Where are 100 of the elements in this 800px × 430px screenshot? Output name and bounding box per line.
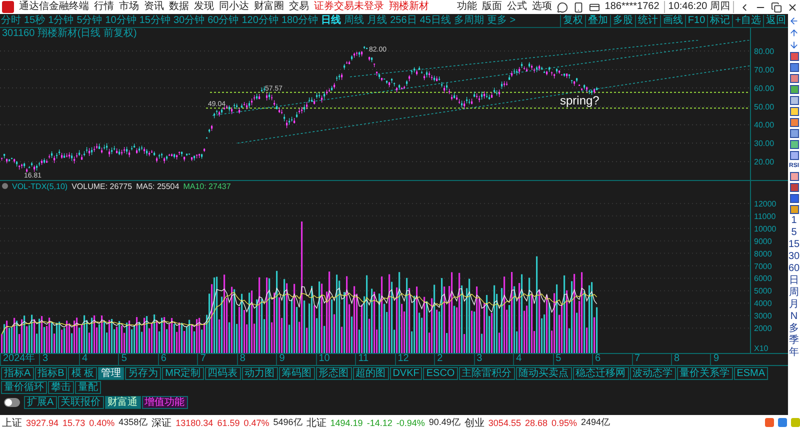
menu-item[interactable]: 选项: [532, 1, 552, 13]
up-arrow-icon[interactable]: [789, 28, 799, 38]
indicator-tab[interactable]: 稳态迁移网: [572, 367, 629, 380]
sidebar-period[interactable]: 季: [789, 336, 799, 346]
sidebar-period[interactable]: 30: [788, 252, 800, 262]
indicator-tab[interactable]: 形态图: [316, 367, 352, 380]
toolbar-button[interactable]: 叠加: [584, 14, 610, 26]
period-tab[interactable]: 月线: [366, 14, 388, 26]
indicator-tab[interactable]: 模 板: [68, 367, 98, 380]
sidebar-period[interactable]: 周: [789, 288, 799, 298]
indicator-tab[interactable]: 随动买卖点: [516, 367, 572, 380]
card-icon[interactable]: [588, 2, 600, 12]
period-tab[interactable]: 分时: [0, 14, 22, 26]
sidebar-period[interactable]: 月: [789, 300, 799, 310]
indicator-tab[interactable]: 筹码图: [278, 367, 315, 380]
sidebar-period[interactable]: 年: [789, 348, 799, 358]
volume-axis-label: 3000: [754, 312, 772, 321]
price-axis-label: 40.00: [754, 120, 774, 130]
volume-axis-label: 10000: [754, 224, 776, 234]
indicator-tab[interactable]: 波动态学: [630, 367, 676, 380]
sidebar-period[interactable]: 1: [791, 216, 797, 226]
index-value: 13180.34: [176, 418, 214, 428]
indicator-tab[interactable]: 四码表: [204, 367, 241, 380]
period-tab[interactable]: 5分钟: [76, 14, 104, 26]
index-amount: 2494亿: [581, 416, 610, 429]
chat-icon[interactable]: [556, 2, 568, 12]
sidebar-period[interactable]: N: [790, 312, 798, 322]
sidebar-period[interactable]: 60: [788, 264, 800, 274]
indicator-tab[interactable]: 量配: [75, 381, 101, 394]
menu-item[interactable]: 发现: [194, 1, 214, 13]
extra-tab[interactable]: 关联报价: [58, 396, 104, 409]
menu-item[interactable]: 公式: [506, 1, 527, 13]
menu-item[interactable]: 市场: [119, 1, 139, 13]
extra-tab[interactable]: 扩展A: [24, 396, 57, 409]
period-tab[interactable]: 120分钟: [240, 14, 280, 26]
indicator-tab[interactable]: 攀击: [48, 381, 74, 394]
period-tab[interactable]: 1分钟: [47, 14, 75, 26]
menu-item[interactable]: 同小达: [219, 1, 249, 13]
indicator-tab[interactable]: 量价循环: [1, 381, 47, 394]
sidebar-period[interactable]: 5: [791, 228, 797, 238]
menu-item[interactable]: 数据: [169, 1, 189, 13]
indicator-tab[interactable]: 量价关系学: [676, 367, 733, 380]
index-percent: 0.95%: [552, 418, 578, 428]
index-amount: 4358亿: [118, 416, 148, 429]
menu-item[interactable]: 财富圈: [254, 1, 284, 13]
menu-item[interactable]: 版面: [482, 1, 502, 13]
period-tab[interactable]: 更多 >: [486, 14, 517, 26]
toolbar-button[interactable]: +自选: [732, 14, 763, 26]
indicator-settings-icon[interactable]: [2, 183, 8, 189]
toolbar-button[interactable]: 复权: [560, 14, 585, 26]
toolbar-button[interactable]: 标记: [707, 14, 732, 26]
restore-icon[interactable]: [771, 2, 782, 12]
toolbar-button[interactable]: 画线: [660, 14, 685, 26]
indicator-tab[interactable]: 指标A: [1, 367, 34, 380]
indicator-tab[interactable]: MR定制: [162, 367, 204, 380]
period-tab[interactable]: 180分钟: [280, 14, 320, 26]
indicator-tab[interactable]: ESMA: [734, 367, 768, 380]
app-title: 通达信金融终端: [19, 1, 89, 13]
indicator-tab[interactable]: 超的图: [352, 367, 389, 380]
period-tab[interactable]: 15秒: [23, 14, 46, 26]
phone-icon[interactable]: [572, 2, 584, 12]
extra-tab[interactable]: 增值功能: [142, 396, 188, 409]
period-tab[interactable]: 30分钟: [172, 14, 206, 26]
period-tab[interactable]: 周线: [343, 14, 366, 26]
close-icon[interactable]: [787, 2, 798, 12]
indicator-tab[interactable]: 动力图: [242, 367, 278, 380]
login-status[interactable]: 证券交易未登录: [314, 1, 384, 13]
period-tab[interactable]: 256日: [389, 14, 418, 26]
index-percent: 0.47%: [244, 418, 270, 428]
period-tab[interactable]: 15分钟: [138, 14, 172, 26]
period-tab[interactable]: 日线: [320, 14, 342, 26]
sidebar-period[interactable]: 15: [788, 240, 800, 250]
down-arrow-icon[interactable]: [789, 40, 799, 50]
left-arrow-icon[interactable]: [789, 16, 799, 26]
chart-title: 301160 翔楼新材(日线 前复权): [1, 28, 138, 40]
toggle-switch[interactable]: [4, 398, 20, 407]
toolbar-button[interactable]: 多股: [610, 14, 635, 26]
menu-item[interactable]: 交易: [289, 1, 309, 13]
menu-item[interactable]: 功能: [456, 1, 477, 13]
period-tab[interactable]: 10分钟: [104, 14, 138, 26]
menu-item[interactable]: 行情: [94, 1, 114, 13]
toolbar-button[interactable]: F10: [684, 14, 708, 26]
indicator-reading: MA5: 25504: [136, 182, 180, 190]
input-method-icon[interactable]: [765, 418, 774, 427]
indicator-tab[interactable]: 主除雷积分: [458, 367, 515, 380]
sidebar-period[interactable]: 日: [789, 276, 799, 286]
extra-tab[interactable]: 财富通: [104, 396, 141, 409]
period-tab[interactable]: 60分钟: [206, 14, 240, 26]
indicator-tab[interactable]: 另存为: [125, 367, 162, 380]
period-tab[interactable]: 45日线: [418, 14, 452, 26]
period-tab[interactable]: 多周期: [452, 14, 485, 26]
indicator-tab[interactable]: 管理: [98, 367, 124, 380]
menu-item[interactable]: 资讯: [144, 1, 164, 13]
indicator-tab[interactable]: ESCO: [423, 367, 458, 380]
sidebar-period[interactable]: 多: [789, 324, 799, 334]
indicator-tab[interactable]: DVKF: [390, 367, 422, 380]
stock-link[interactable]: 翔楼新材: [389, 1, 429, 13]
toolbar-button[interactable]: 统计: [634, 14, 660, 26]
indicator-tab[interactable]: 指标B: [34, 367, 68, 380]
volume-axis-label: 7000: [754, 262, 772, 271]
